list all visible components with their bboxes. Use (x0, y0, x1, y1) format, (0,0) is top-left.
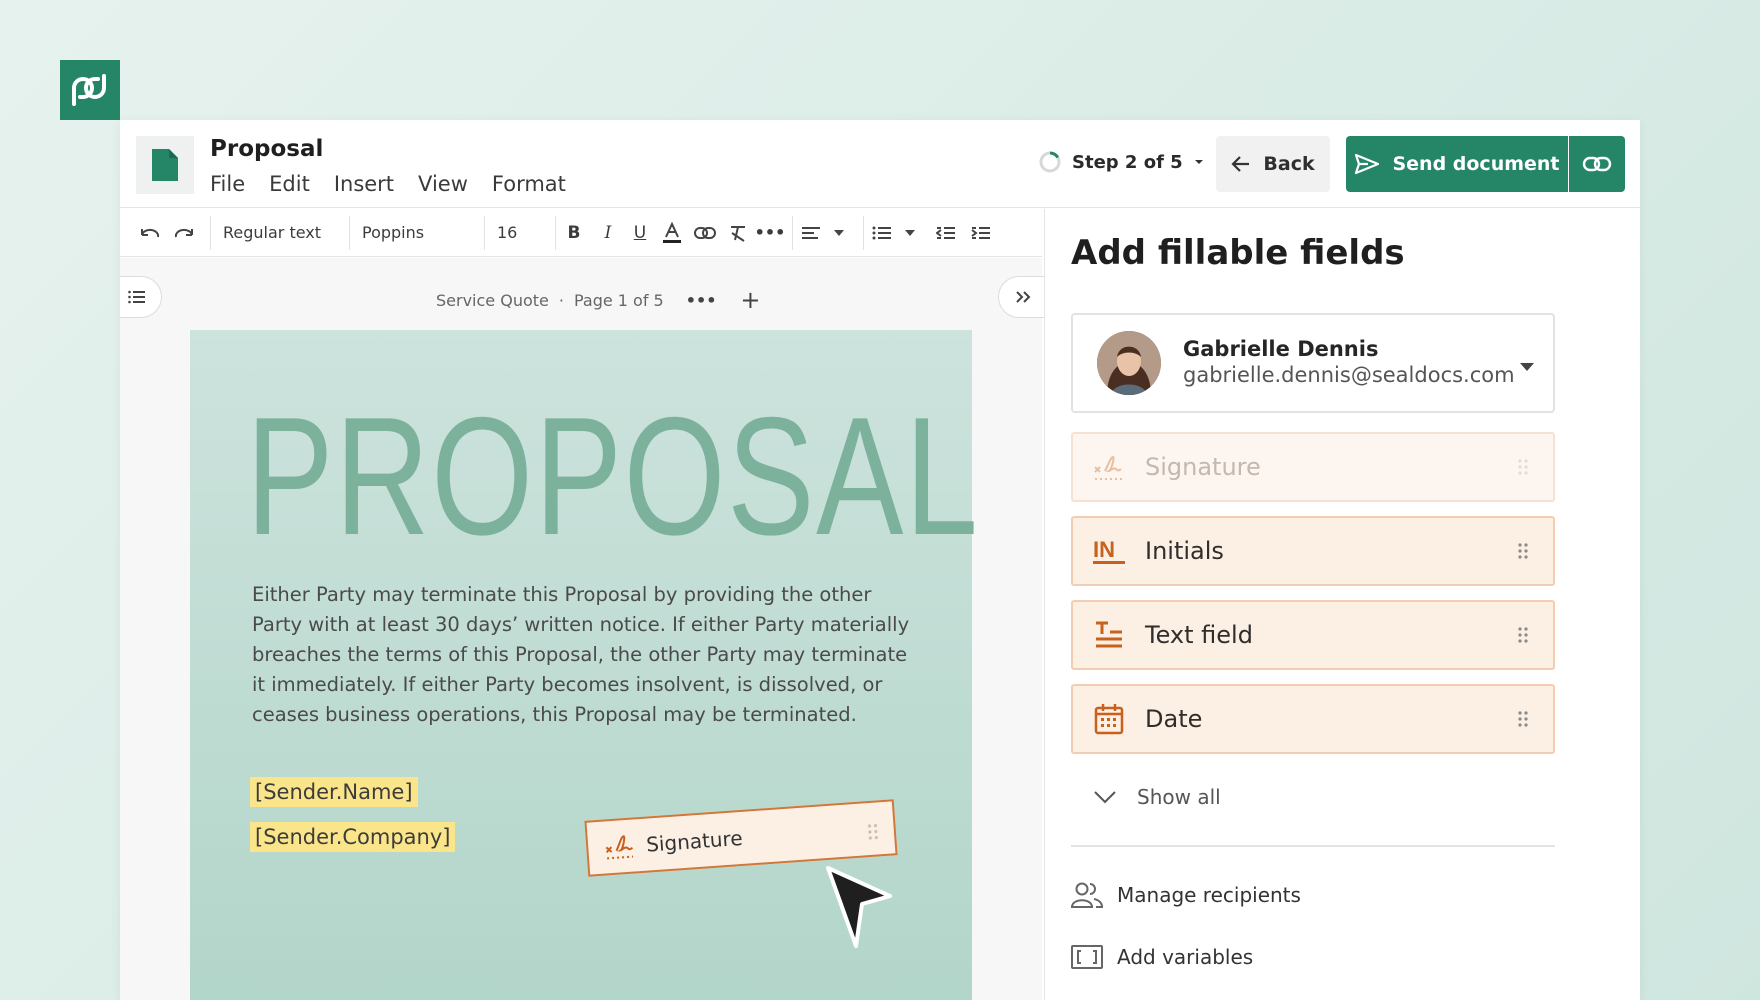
separator-dot: · (558, 290, 564, 310)
back-button[interactable]: Back (1216, 136, 1330, 192)
proposal-heading[interactable]: PROPOSAL (246, 392, 979, 560)
recipient-name: Gabrielle Dennis (1183, 337, 1379, 361)
formatting-toolbar: Regular text Poppins 16 B I U ••• (120, 209, 1042, 257)
document-page: PROPOSAL Either Party may terminate this… (190, 330, 978, 1000)
menu-view[interactable]: View (418, 172, 468, 196)
indent-icon[interactable] (966, 226, 996, 240)
drag-handle-icon[interactable] (1493, 627, 1553, 643)
field-label: Signature (1145, 453, 1261, 481)
add-variables-link[interactable]: Add variables (1071, 945, 1253, 969)
text-style-select[interactable]: Regular text (211, 223, 349, 242)
font-size-input[interactable]: 16 (485, 223, 555, 242)
bulleted-list-icon[interactable] (864, 226, 900, 240)
panel-title: Add fillable fields (1071, 233, 1405, 273)
pandadoc-logo (60, 60, 120, 120)
step-label: Step 2 of 5 (1072, 151, 1183, 173)
date-field-option[interactable]: Date (1071, 684, 1555, 754)
field-label: Text field (1145, 621, 1253, 649)
caret-down-icon (1194, 160, 1203, 164)
outdent-icon[interactable] (926, 226, 966, 240)
document-icon (136, 136, 194, 194)
back-label: Back (1263, 153, 1315, 175)
send-document-button[interactable]: Send document (1346, 136, 1568, 192)
arrow-left-icon (1231, 156, 1250, 172)
drag-handle-icon[interactable] (1493, 543, 1553, 559)
outline-toggle-button[interactable] (120, 276, 162, 318)
bold-icon[interactable]: B (556, 223, 592, 243)
list-icon (128, 290, 145, 304)
undo-icon[interactable] (136, 226, 164, 240)
menu-insert[interactable]: Insert (334, 172, 394, 196)
avatar (1097, 331, 1161, 395)
align-left-icon[interactable] (793, 226, 829, 240)
recipient-email: gabrielle.dennis@sealdocs.com (1183, 363, 1515, 387)
initials-field-option[interactable]: IN Initials (1071, 516, 1555, 586)
drag-handle-icon[interactable] (867, 820, 879, 845)
add-page-icon[interactable]: + (740, 286, 760, 314)
text-field-option[interactable]: Text field (1071, 600, 1555, 670)
signature-icon (605, 835, 634, 860)
variables-icon (1071, 945, 1103, 969)
underline-icon[interactable]: U (624, 223, 656, 243)
list-caret-icon[interactable] (900, 229, 920, 237)
show-all-label: Show all (1137, 785, 1221, 809)
signature-field-option[interactable]: Signature (1071, 432, 1555, 502)
chevrons-right-icon (1016, 291, 1031, 303)
manage-recipients-link[interactable]: Manage recipients (1071, 881, 1301, 909)
document-name: Service Quote (436, 290, 549, 310)
send-label: Send document (1392, 153, 1560, 175)
recipient-selector[interactable]: Gabrielle Dennis gabrielle.dennis@sealdo… (1071, 313, 1555, 413)
drag-handle-icon[interactable] (1493, 459, 1553, 475)
fields-panel: Add fillable fields Gabrielle Dennis gab… (1044, 209, 1640, 1000)
document-canvas: Service Quote · Page 1 of 5 ••• + PROPOS… (120, 258, 1058, 1000)
text-field-icon (1073, 620, 1145, 650)
sender-name-variable[interactable]: [Sender.Name] (250, 777, 418, 807)
copy-link-button[interactable] (1569, 136, 1625, 192)
redo-icon[interactable] (170, 226, 198, 240)
align-caret-icon[interactable] (829, 229, 849, 237)
menu-format[interactable]: Format (492, 172, 566, 196)
dragged-field-label: Signature (645, 825, 744, 857)
chevron-down-icon (1094, 791, 1116, 804)
italic-icon[interactable]: I (592, 223, 624, 243)
progress-ring-icon (1039, 151, 1061, 173)
field-label: Initials (1145, 537, 1224, 565)
divider (1071, 845, 1555, 847)
document-title[interactable]: Proposal (210, 136, 323, 162)
app-header: Proposal File Edit Insert View Format St… (120, 120, 1640, 208)
link-icon (1582, 156, 1612, 172)
menu-bar: File Edit Insert View Format (210, 172, 566, 196)
initials-icon: IN (1073, 536, 1145, 566)
link-icon[interactable] (688, 226, 722, 240)
step-dropdown[interactable]: Step 2 of 5 (1038, 150, 1205, 174)
field-label: Date (1145, 705, 1203, 733)
caret-down-icon[interactable] (1519, 357, 1535, 376)
show-all-toggle[interactable]: Show all (1093, 785, 1221, 809)
menu-file[interactable]: File (210, 172, 245, 196)
manage-recipients-label: Manage recipients (1117, 883, 1301, 907)
page-info-bar: Service Quote · Page 1 of 5 ••• + (436, 286, 761, 314)
font-family-select[interactable]: Poppins (350, 223, 484, 242)
calendar-icon (1073, 703, 1145, 735)
add-variables-label: Add variables (1117, 945, 1254, 969)
text-color-icon[interactable] (656, 221, 688, 244)
drag-handle-icon[interactable] (1493, 711, 1553, 727)
terms-paragraph[interactable]: Either Party may terminate this Proposal… (252, 580, 922, 730)
send-icon (1355, 153, 1380, 175)
sender-company-variable[interactable]: [Sender.Company] (250, 822, 456, 852)
page-indicator: Page 1 of 5 (573, 290, 664, 310)
signature-icon (1073, 452, 1145, 482)
users-icon (1071, 882, 1103, 908)
clear-formatting-icon[interactable] (722, 224, 754, 242)
more-options-icon[interactable]: ••• (754, 223, 786, 242)
mouse-cursor-icon (820, 862, 900, 956)
svg-text:IN: IN (1093, 537, 1115, 562)
page-options-icon[interactable]: ••• (686, 291, 717, 310)
menu-edit[interactable]: Edit (269, 172, 310, 196)
editor-window: Proposal File Edit Insert View Format St… (120, 120, 1640, 1000)
